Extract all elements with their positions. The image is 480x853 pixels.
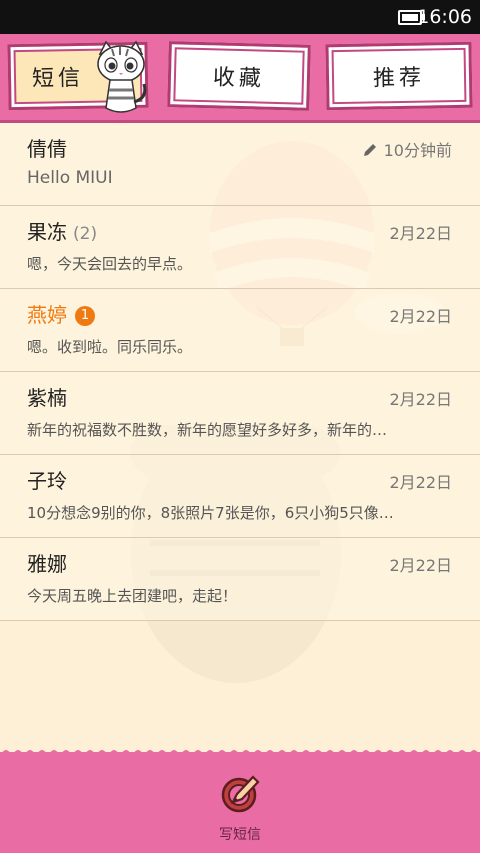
thread-time: 2月22日 (389, 307, 452, 326)
compose-button-label[interactable]: 写短信 (0, 824, 480, 844)
thread-row[interactable]: 雅娜 今天周五晚上去团建吧，走起！ 2月22日 (0, 538, 480, 621)
thread-time: 2月22日 (389, 390, 452, 409)
thread-contact-name: 子玲 (27, 469, 67, 493)
thread-row[interactable]: 子玲 10分想念9别的你，8张照片7张是你，6只小狗5只像… 2月22日 (0, 455, 480, 538)
thread-time-text: 10分钟前 (383, 141, 452, 160)
thread-row[interactable]: 燕婷 1 嗯。收到啦。同乐同乐。 2月22日 (0, 289, 480, 372)
tab-favorites-label: 收藏 (212, 65, 266, 92)
tab-recommend-label: 推荐 (372, 65, 426, 92)
thread-contact-name: 倩倩 (27, 137, 67, 161)
thread-contact-name: 雅娜 (27, 552, 67, 576)
thread-contact-name: 紫楠 (27, 386, 67, 410)
thread-time: 2月22日 (389, 224, 452, 243)
scallop-edge (0, 750, 480, 756)
thread-contact-name-text: 果冻 (27, 220, 67, 244)
tab-bar: 短信 收藏 推荐 (0, 34, 480, 123)
tab-recommend[interactable]: 推荐 (325, 41, 473, 111)
status-bar: 16:06 (0, 0, 480, 34)
thread-snippet: 嗯。收到啦。同乐同乐。 (27, 338, 193, 356)
status-time: 16:06 (417, 6, 472, 28)
thread-row[interactable]: 紫楠 新年的祝福数不胜数，新年的愿望好多好多，新年的… 2月22日 (0, 372, 480, 455)
thread-contact-name-text: 燕婷 (27, 303, 67, 327)
compose-message-icon[interactable] (219, 772, 261, 814)
tab-messages-label: 短信 (31, 65, 85, 92)
draft-pencil-icon (363, 144, 376, 156)
tab-favorites[interactable]: 收藏 (167, 41, 311, 111)
thread-row[interactable]: 果冻 (2) 嗯，今天会回去的早点。 2月22日 (0, 206, 480, 289)
thread-snippet: 今天周五晚上去团建吧，走起！ (27, 587, 238, 605)
thread-row[interactable]: 倩倩 Hello MIUI 10分钟前 (0, 123, 480, 206)
thread-time: 2月22日 (389, 556, 452, 575)
thread-time: 10分钟前 (362, 137, 452, 161)
thread-contact-name: 燕婷 1 (27, 299, 95, 328)
thread-snippet: 新年的祝福数不胜数，新年的愿望好多好多，新年的… (27, 421, 388, 439)
unread-badge: 1 (75, 306, 95, 326)
thread-snippet: Hello MIUI (27, 168, 113, 188)
thread-time: 2月22日 (389, 473, 452, 492)
thread-snippet: 嗯，今天会回去的早点。 (27, 255, 193, 273)
thread-snippet: 10分想念9别的你，8张照片7张是你，6只小狗5只像… (27, 504, 394, 522)
thread-contact-name: 果冻 (2) (27, 216, 97, 245)
bottom-action-bar: 写短信 (0, 750, 480, 853)
message-thread-list: 倩倩 Hello MIUI 10分钟前 果冻 (2) 嗯，今天会回去的早点。 2月… (0, 123, 480, 621)
thread-message-count: (2) (73, 224, 98, 244)
kitten-mascot-icon (97, 40, 147, 113)
